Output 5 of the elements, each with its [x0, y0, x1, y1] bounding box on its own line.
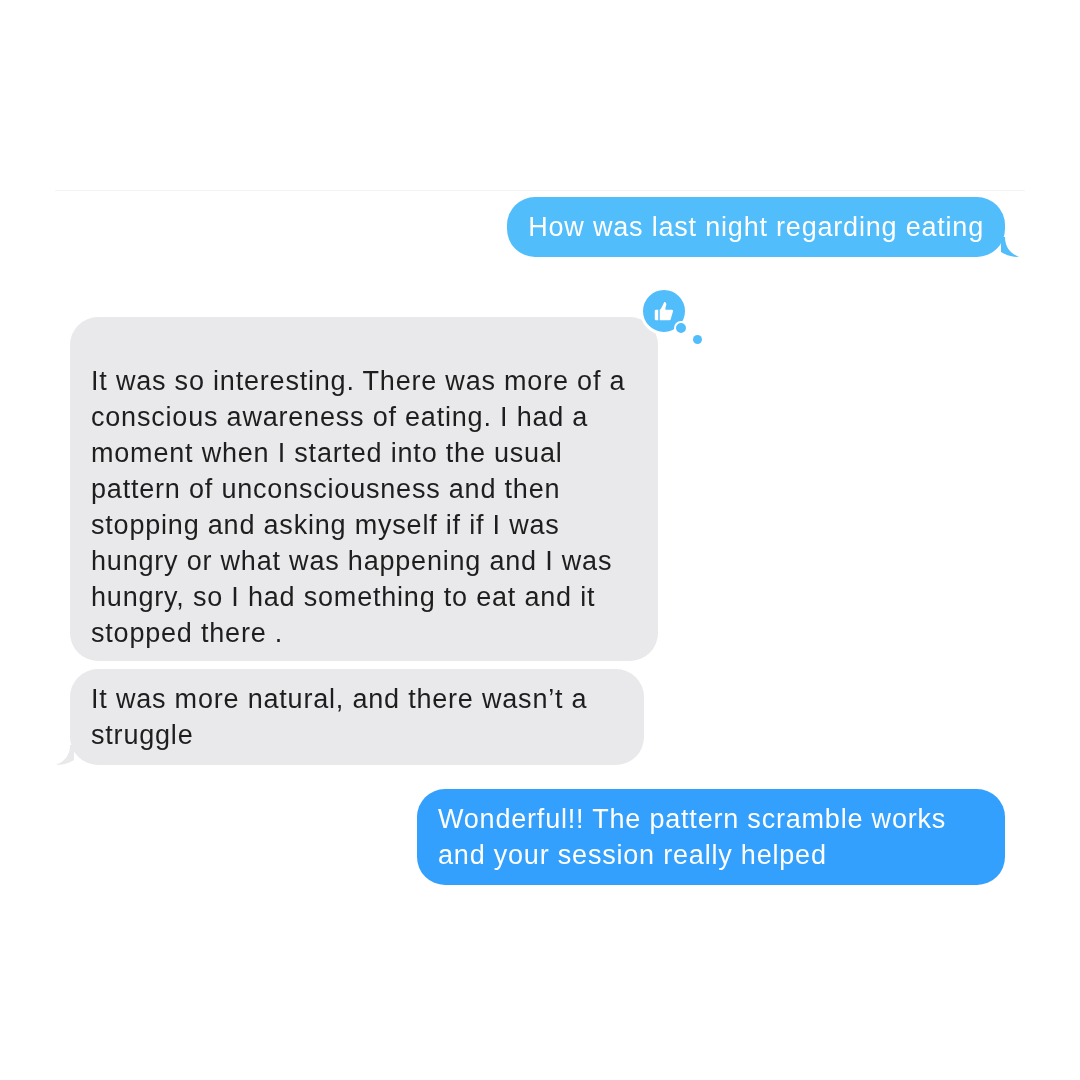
message-text: It was more natural, and there wasn’t a struggle	[91, 684, 588, 750]
message-text: Wonderful!! The pattern scramble works and your session really helped	[438, 804, 947, 870]
message-text: It was so interesting. There was more of a conscious awareness of eating. I had a moment when I started into the usual pattern of unconsciousness and then stopping and asking myself if if I was hungry or what was happening and I was hungry, so I had something to eat and it stopped there .	[91, 366, 626, 648]
thumbs-up-reaction-icon	[640, 287, 702, 345]
message-text: How was last night regarding eating	[528, 212, 984, 242]
